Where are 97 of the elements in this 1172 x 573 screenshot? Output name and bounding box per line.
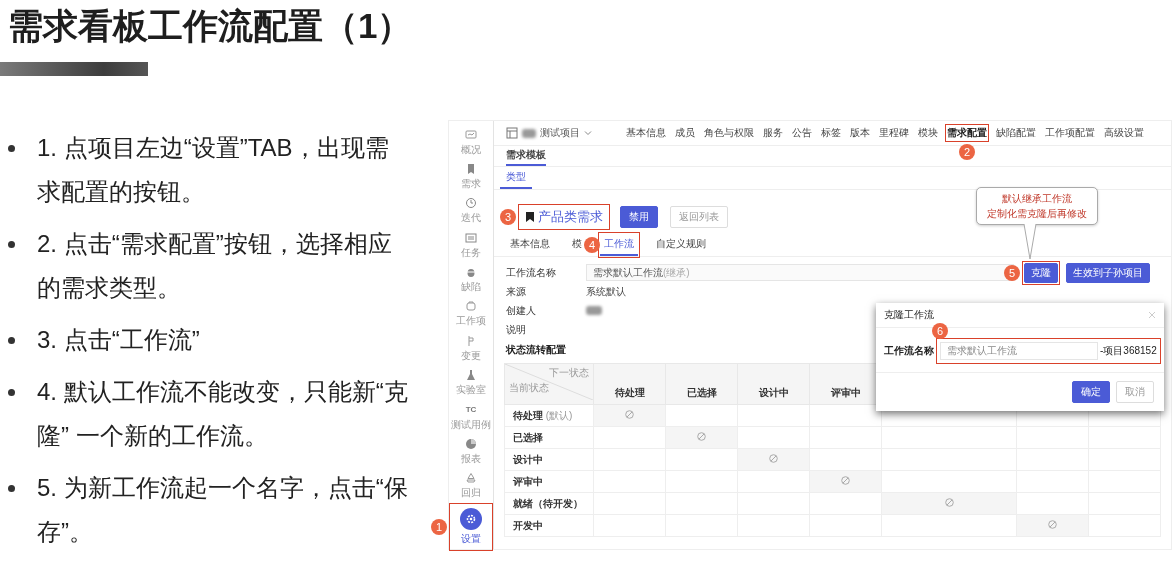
monitor-icon [465, 128, 477, 141]
bullet-icon [8, 389, 15, 396]
button[interactable]: 生效到子孙项目 [1066, 262, 1150, 283]
nav-tab[interactable]: 公告 [792, 126, 812, 140]
blocked-icon [944, 498, 954, 507]
field-label: 工作流名称 [506, 265, 557, 280]
box-icon [465, 300, 477, 313]
slide-title: 需求看板工作流配置（1） [7, 5, 414, 47]
chevron-down-icon [584, 129, 592, 137]
row-header: 设计中 [504, 448, 594, 471]
row-header: 开发中 [504, 514, 594, 537]
clock-icon [465, 197, 477, 210]
blocked-icon [1048, 520, 1057, 529]
bullet-text: 5. 为新工作流起一个名字，点击“保存”。 [37, 473, 409, 547]
tab[interactable]: 需求模板 [506, 146, 546, 166]
close-icon [1148, 311, 1156, 319]
field-label: 工作流名称 [884, 344, 934, 358]
tab[interactable]: 工作流 [600, 234, 638, 256]
field-label: 创建人 [506, 303, 537, 318]
tab[interactable]: 自定义规则 [652, 234, 710, 256]
field-label: 来源 [506, 284, 527, 299]
pie-chart-icon [465, 437, 477, 450]
nav-tab[interactable]: 角色与权限 [704, 126, 754, 140]
nav-tab[interactable]: 服务 [763, 126, 783, 140]
nav-tab[interactable]: 需求配置 [947, 126, 987, 140]
tab[interactable]: 类型 [500, 167, 532, 189]
gear-icon [460, 507, 482, 530]
input-field[interactable]: 需求默认工作流 [940, 342, 1098, 360]
bullet-text: 1. 点项目左边“设置”TAB，出现需求配置的按钮。 [37, 133, 390, 207]
blocked-icon [625, 410, 634, 419]
bullet-icon [8, 241, 15, 248]
nav-tab[interactable]: 版本 [850, 126, 870, 140]
row-header: 当前状态 [509, 381, 549, 395]
icon-label: TC [465, 403, 477, 416]
callout-bubble: 默认继承工作流 定制化需克隆后再修改 [976, 187, 1098, 225]
type-title: 产品类需求 [538, 210, 603, 224]
button[interactable]: 克隆 [1024, 262, 1058, 283]
nav-tab[interactable]: 工作项配置 [1045, 126, 1095, 140]
callout-tail [1023, 224, 1037, 260]
flask-icon [465, 369, 477, 382]
highlight-frame [449, 502, 493, 551]
button[interactable]: 取消 [1116, 381, 1154, 403]
nav-tab[interactable]: 成员 [675, 126, 695, 140]
step-badge: 3 [500, 209, 516, 225]
highlight-frame [945, 124, 989, 142]
redacted-mark [586, 306, 602, 315]
nav-tab[interactable]: 缺陷配置 [996, 126, 1036, 140]
row-header: 待处理 (默认) [504, 404, 594, 427]
nav-tab[interactable]: 基本信息 [626, 126, 666, 140]
button[interactable]: 禁用 [620, 206, 658, 228]
field-value: 系统默认 [586, 284, 626, 299]
column-header: 设计中 [737, 363, 810, 405]
column-header: 已选择 [665, 363, 738, 405]
sidebar-item[interactable]: 缺陷 [451, 264, 491, 296]
nav-tab[interactable]: 模块 [918, 126, 938, 140]
bug-icon [465, 266, 477, 279]
row-header: 已选择 [504, 426, 594, 449]
bullet-icon [8, 485, 15, 492]
project-selector[interactable]: 测试项目 [506, 126, 592, 140]
column-header: 待处理 [593, 363, 666, 405]
step-badge: 4 [584, 237, 600, 253]
blocked-icon [841, 476, 850, 485]
blocked-icon [769, 454, 778, 463]
branch-icon [465, 334, 477, 347]
blocked-icon [697, 432, 706, 441]
nav-tab[interactable]: 高级设置 [1104, 126, 1144, 140]
redacted-mark [522, 128, 536, 138]
bullet-text: 2. 点击“需求配置”按钮，选择相应的需求类型。 [37, 229, 393, 303]
layout-icon [506, 127, 518, 139]
bookmark-icon [525, 211, 535, 223]
list-icon [465, 231, 477, 244]
sidebar-item[interactable]: 迭代 [451, 195, 491, 228]
field-suffix: -项目368152 [1100, 344, 1157, 358]
field-label: 说明 [506, 322, 527, 337]
tab[interactable]: 基本信息 [506, 234, 554, 256]
bullet-icon [8, 337, 15, 344]
button[interactable]: 确定 [1072, 381, 1110, 403]
sidebar-item[interactable]: TC 测试用例 [451, 401, 491, 434]
row-header: 就绪（待开发） [504, 492, 594, 515]
bullet-icon [8, 145, 15, 152]
nav-tab[interactable]: 里程碑 [879, 126, 909, 140]
tab[interactable]: 模 [568, 234, 586, 256]
bookmark-icon [465, 163, 477, 176]
step-badge: 2 [959, 144, 975, 160]
sidebar-item[interactable]: 回归 [451, 470, 491, 502]
dialog-title: 克隆工作流 [884, 308, 934, 322]
section-title: 状态流转配置 [506, 343, 566, 357]
recycle-icon [465, 472, 477, 485]
nav-tab[interactable]: 标签 [821, 126, 841, 140]
step-badge: 1 [431, 518, 447, 535]
step-badge: 6 [932, 323, 948, 339]
bullet-text: 3. 点击“工作流” [37, 325, 201, 355]
sidebar-item[interactable]: 设置 [451, 504, 491, 549]
row-header: 评审中 [504, 470, 594, 493]
column-header: 下一状态 [549, 366, 589, 380]
highlight-frame [1022, 260, 1060, 285]
bullet-text: 4. 默认工作流不能改变，只能新“克隆” 一个新的工作流。 [37, 377, 409, 451]
